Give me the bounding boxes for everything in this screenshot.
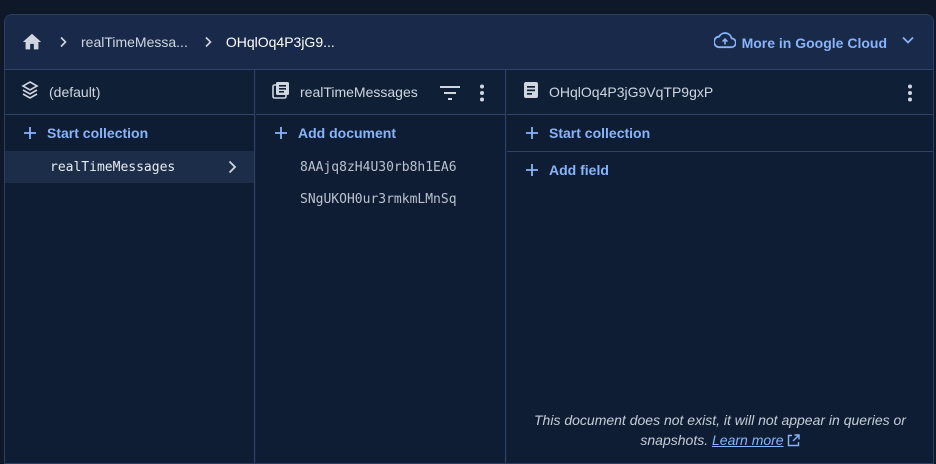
plus-icon bbox=[525, 126, 539, 140]
home-icon[interactable] bbox=[21, 31, 43, 53]
document-pane-title: OHqlOq4P3jG9VqTP9gxP bbox=[549, 84, 714, 100]
root-pane-title: (default) bbox=[49, 84, 101, 100]
collection-item[interactable]: realTimeMessages bbox=[5, 151, 254, 183]
cloud-icon bbox=[712, 31, 737, 54]
plus-icon bbox=[525, 163, 539, 177]
database-stack-icon bbox=[21, 80, 39, 104]
breadcrumb-current-document: OHqlOq4P3jG9... bbox=[225, 34, 335, 50]
collection-item-label: realTimeMessages bbox=[50, 159, 176, 175]
chevron-right-icon bbox=[224, 159, 240, 175]
more-vert-icon[interactable] bbox=[897, 80, 923, 106]
document-icon bbox=[523, 81, 539, 104]
document-pane: OHqlOq4P3jG9VqTP9gxP Start collection Ad… bbox=[507, 70, 933, 463]
chevron-right-icon bbox=[200, 34, 216, 50]
breadcrumb-collection-link[interactable]: realTimeMessa... bbox=[81, 34, 188, 50]
more-in-google-cloud-label: More in Google Cloud bbox=[741, 34, 887, 51]
document-item-label: 8AAjq8zH4U30rb8h1EA6 bbox=[300, 159, 457, 175]
breadcrumb-bar: realTimeMessa... OHqlOq4P3jG9... More in… bbox=[5, 15, 933, 70]
filter-icon[interactable] bbox=[437, 80, 463, 106]
firestore-data-viewer: realTimeMessa... OHqlOq4P3jG9... More in… bbox=[4, 14, 934, 464]
start-collection-label: Start collection bbox=[47, 125, 149, 141]
start-collection-button[interactable]: Start collection bbox=[5, 115, 254, 151]
external-link-icon bbox=[787, 432, 800, 447]
collection-icon bbox=[272, 81, 290, 104]
add-document-button[interactable]: Add document bbox=[256, 115, 505, 151]
more-vert-icon[interactable] bbox=[469, 80, 495, 106]
document-item[interactable]: 8AAjq8zH4U30rb8h1EA6 bbox=[256, 151, 505, 183]
document-pane-header: OHqlOq4P3jG9VqTP9gxP bbox=[507, 70, 933, 115]
collection-pane-title: realTimeMessages bbox=[300, 84, 418, 100]
chevron-right-icon bbox=[55, 34, 71, 50]
add-field-label: Add field bbox=[549, 162, 609, 178]
add-document-label: Add document bbox=[298, 125, 396, 141]
learn-more-link[interactable]: Learn more bbox=[712, 432, 784, 448]
document-item[interactable]: SNgUKOH0ur3rmkmLMnSq bbox=[256, 183, 505, 215]
start-collection-button[interactable]: Start collection bbox=[507, 115, 933, 151]
start-collection-label: Start collection bbox=[549, 125, 651, 141]
add-field-button[interactable]: Add field bbox=[507, 152, 933, 188]
plus-icon bbox=[274, 126, 288, 140]
document-item-label: SNgUKOH0ur3rmkmLMnSq bbox=[300, 191, 457, 207]
more-in-google-cloud-button[interactable]: More in Google Cloud bbox=[712, 15, 915, 70]
collection-pane: realTimeMessages Add document 8AAjq8zH4U… bbox=[256, 70, 506, 463]
plus-icon bbox=[23, 126, 37, 140]
missing-document-notice: This document does not exist, it will no… bbox=[507, 410, 933, 450]
collection-pane-header: realTimeMessages bbox=[256, 70, 505, 115]
root-pane-header: (default) bbox=[5, 70, 254, 115]
chevron-down-icon bbox=[901, 33, 915, 52]
root-pane: (default) Start collection realTimeMessa… bbox=[5, 70, 255, 463]
